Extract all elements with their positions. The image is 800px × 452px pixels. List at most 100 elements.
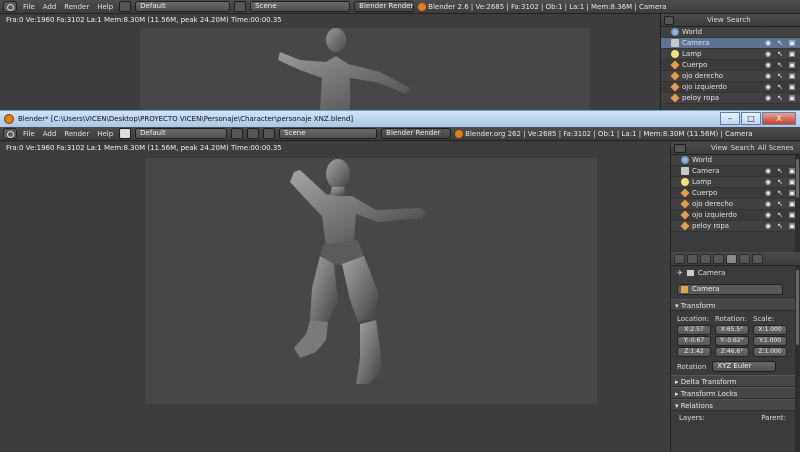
rotation-mode-dropdown[interactable]: XYZ Euler xyxy=(712,361,777,372)
location-y[interactable]: Y:-0.67 xyxy=(677,336,711,346)
bg-outliner-search[interactable]: Search xyxy=(727,16,751,24)
outliner-view-menu[interactable]: View xyxy=(711,144,728,152)
eye-icon[interactable]: ◉ xyxy=(764,39,772,47)
bg-outliner-row-world[interactable]: World xyxy=(661,27,800,38)
bg-outliner-row-camera[interactable]: Camera ◉ ↖ ▣ xyxy=(661,38,800,49)
outliner-scrollbar[interactable] xyxy=(795,155,800,252)
pin-icon[interactable]: ✈ xyxy=(677,269,683,277)
eye-icon[interactable]: ◉ xyxy=(764,72,772,80)
cursor-icon[interactable]: ↖ xyxy=(776,167,784,175)
scene-dropdown[interactable]: Scene xyxy=(279,128,378,139)
eye-icon[interactable]: ◉ xyxy=(764,61,772,69)
bg-character-model[interactable] xyxy=(270,20,430,110)
outliner-row-peloy-ropa[interactable]: peloy ropa ◉ ↖ ▣ xyxy=(671,221,800,232)
3d-viewport[interactable]: Fra:0 Ve:1960 Fa:3102 La:1 Mem:8.30M (11… xyxy=(0,142,670,452)
bg-layout-dropdown[interactable]: Default xyxy=(135,1,231,12)
bg-outliner-row-cuerpo[interactable]: Cuerpo ◉ ↖ ▣ xyxy=(661,60,800,71)
outliner-row-ojo-izquierdo[interactable]: ojo izquierdo ◉ ↖ ▣ xyxy=(671,210,800,221)
bg-menu-help[interactable]: Help xyxy=(95,3,115,11)
rotation-y[interactable]: Y:-0.62° xyxy=(715,336,749,346)
bg-scene-dropdown[interactable]: Scene xyxy=(250,1,351,12)
eye-icon[interactable]: ◉ xyxy=(764,200,772,208)
object-tab-icon[interactable] xyxy=(726,253,737,264)
cursor-icon[interactable]: ↖ xyxy=(776,72,784,80)
bg-outliner-row-ojo-izquierdo[interactable]: ojo izquierdo ◉ ↖ ▣ xyxy=(661,82,800,93)
minimize-button[interactable]: – xyxy=(720,112,740,125)
character-model[interactable] xyxy=(280,152,440,402)
bg-blender-menu-icon[interactable] xyxy=(3,1,17,12)
bg-outliner-view[interactable]: View xyxy=(707,16,724,24)
render-icon[interactable]: ▣ xyxy=(788,50,796,58)
outliner-search-menu[interactable]: Search xyxy=(731,144,755,152)
cursor-icon[interactable]: ↖ xyxy=(776,178,784,186)
scale-y[interactable]: Y:1.000 xyxy=(753,336,787,346)
delta-transform-header[interactable]: ▸ Delta Transform xyxy=(671,375,800,387)
cursor-icon[interactable]: ↖ xyxy=(776,200,784,208)
data-tab-icon[interactable] xyxy=(752,253,763,264)
bg-outliner-row-ojo-derecho[interactable]: ojo derecho ◉ ↖ ▣ xyxy=(661,71,800,82)
relations-header[interactable]: ▾ Relations xyxy=(671,399,800,411)
bg-screen-layout-icon[interactable] xyxy=(119,1,132,12)
window-titlebar[interactable]: Blender* [C:\Users\VICEN\Desktop\PROYECT… xyxy=(0,111,800,127)
add-layout-icon[interactable] xyxy=(231,128,244,139)
eye-icon[interactable]: ◉ xyxy=(764,94,772,102)
cursor-icon[interactable]: ↖ xyxy=(776,39,784,47)
outliner-row-world[interactable]: World xyxy=(671,155,800,166)
render-tab-icon[interactable] xyxy=(687,253,698,264)
render-icon[interactable]: ▣ xyxy=(788,72,796,80)
transform-locks-header[interactable]: ▸ Transform Locks xyxy=(671,387,800,399)
render-icon[interactable]: ▣ xyxy=(788,83,796,91)
cursor-icon[interactable]: ↖ xyxy=(776,61,784,69)
render-icon[interactable]: ▣ xyxy=(788,94,796,102)
world-tab-icon[interactable] xyxy=(713,253,724,264)
screen-layout-icon[interactable] xyxy=(119,128,132,139)
scene-tab-icon[interactable] xyxy=(700,253,711,264)
transform-panel-header[interactable]: ▾ Transform xyxy=(671,299,800,311)
render-engine-dropdown[interactable]: Blender Render xyxy=(381,128,452,139)
bg-outliner-row-peloy-ropa[interactable]: peloy ropa ◉ ↖ ▣ xyxy=(661,93,800,104)
constraints-tab-icon[interactable] xyxy=(739,253,750,264)
eye-icon[interactable]: ◉ xyxy=(764,167,772,175)
outliner-editor-icon[interactable] xyxy=(674,143,686,153)
bg-outliner-row-lamp[interactable]: Lamp ◉ ↖ ▣ xyxy=(661,49,800,60)
cursor-icon[interactable]: ↖ xyxy=(776,211,784,219)
cursor-icon[interactable]: ↖ xyxy=(776,83,784,91)
eye-icon[interactable]: ◉ xyxy=(764,211,772,219)
render-icon[interactable]: ▣ xyxy=(788,61,796,69)
outliner-row-cuerpo[interactable]: Cuerpo ◉ ↖ ▣ xyxy=(671,188,800,199)
bg-menu-file[interactable]: File xyxy=(21,3,37,11)
bg-menu-add[interactable]: Add xyxy=(41,3,59,11)
eye-icon[interactable]: ◉ xyxy=(764,189,772,197)
menu-add[interactable]: Add xyxy=(41,130,59,138)
remove-layout-icon[interactable] xyxy=(247,128,260,139)
bg-3d-viewport[interactable]: Fra:0 Ve:1960 Fa:3102 La:1 Mem:8.30M (11… xyxy=(0,14,660,110)
render-icon[interactable]: ▣ xyxy=(788,39,796,47)
eye-icon[interactable]: ◉ xyxy=(764,178,772,186)
editor-type-icon[interactable] xyxy=(674,253,685,264)
scene-icon[interactable] xyxy=(263,128,276,139)
bg-engine-dropdown[interactable]: Blender Render xyxy=(354,1,415,12)
outliner-row-ojo-derecho[interactable]: ojo derecho ◉ ↖ ▣ xyxy=(671,199,800,210)
eye-icon[interactable]: ◉ xyxy=(764,50,772,58)
properties-scrollbar[interactable] xyxy=(795,266,800,452)
cursor-icon[interactable]: ↖ xyxy=(776,94,784,102)
bg-outliner-editor-icon[interactable] xyxy=(664,15,674,25)
scale-z[interactable]: Z:1.000 xyxy=(753,347,787,357)
object-name-field[interactable]: Camera xyxy=(677,284,783,295)
outliner-row-camera[interactable]: Camera ◉ ↖ ▣ xyxy=(671,166,800,177)
menu-file[interactable]: File xyxy=(21,130,37,138)
bg-menu-render[interactable]: Render xyxy=(62,3,91,11)
rotation-z[interactable]: Z:46.6° xyxy=(715,347,749,357)
scale-x[interactable]: X:1.000 xyxy=(753,325,787,335)
cursor-icon[interactable]: ↖ xyxy=(776,189,784,197)
rotation-x[interactable]: X:65.5° xyxy=(715,325,749,335)
bg-scene-icon[interactable] xyxy=(234,1,247,12)
blender-menu-icon[interactable] xyxy=(3,128,17,139)
location-z[interactable]: Z:1.42 xyxy=(677,347,711,357)
eye-icon[interactable]: ◉ xyxy=(764,222,772,230)
outliner-display-mode[interactable]: All Scenes xyxy=(758,144,794,152)
maximize-button[interactable]: □ xyxy=(741,112,761,125)
menu-help[interactable]: Help xyxy=(95,130,115,138)
eye-icon[interactable]: ◉ xyxy=(764,83,772,91)
cursor-icon[interactable]: ↖ xyxy=(776,50,784,58)
